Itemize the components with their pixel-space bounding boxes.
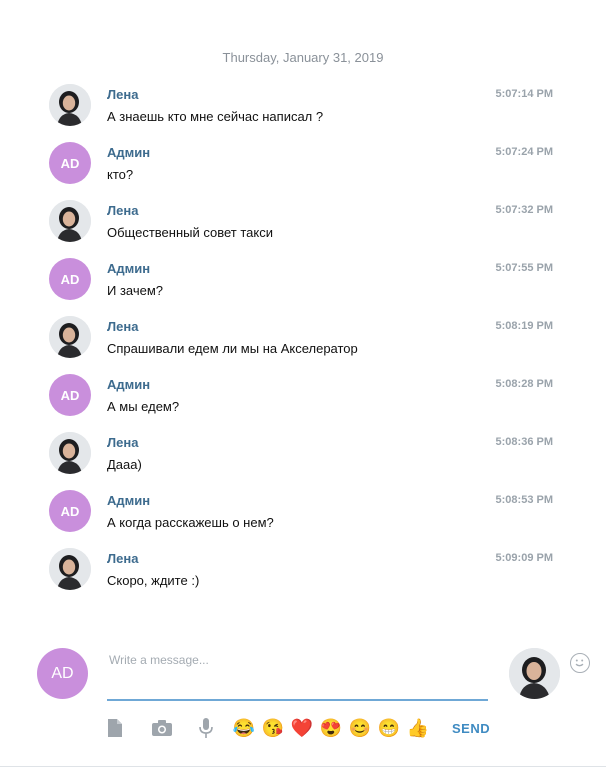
smile-icon[interactable]	[570, 653, 590, 673]
message-author[interactable]: Лена	[107, 203, 138, 218]
message-time: 5:07:32 PM	[495, 204, 553, 216]
composer-toolbar: 😂 😘 ❤️ 😍 😊 😁 👍 SEND	[104, 717, 504, 741]
sender-avatar[interactable]: AD	[49, 374, 91, 416]
message-author[interactable]: Админ	[107, 493, 150, 508]
sender-avatar[interactable]	[49, 200, 91, 242]
microphone-icon[interactable]	[196, 717, 216, 739]
message-time: 5:07:24 PM	[495, 146, 553, 158]
message-author[interactable]: Лена	[107, 87, 138, 102]
message-row: AD Админ 5:07:24 PM кто?	[0, 142, 606, 200]
sender-avatar[interactable]: AD	[49, 142, 91, 184]
message-row: Лена 5:07:32 PM Общественный совет такси	[0, 200, 606, 258]
date-separator: Thursday, January 31, 2019	[222, 50, 384, 65]
message-row: AD Админ 5:08:28 PM А мы едем?	[0, 374, 606, 432]
message-input-wrap	[107, 647, 590, 701]
message-row: AD Админ 5:07:55 PM И зачем?	[0, 258, 606, 316]
emoji-heart-button[interactable]: ❤️	[290, 717, 314, 739]
emoji-grin-button[interactable]: 😁	[377, 717, 401, 739]
message-text: А когда расскажешь о нем?	[107, 515, 274, 530]
message-author[interactable]: Админ	[107, 377, 150, 392]
message-time: 5:07:14 PM	[495, 88, 553, 100]
message-text: Спрашивали едем ли мы на Акселератор	[107, 341, 358, 356]
message-row: Лена 5:08:36 PM Дааа)	[0, 432, 606, 490]
message-row: Лена 5:09:09 PM Скоро, ждите :)	[0, 548, 606, 606]
my-avatar[interactable]: AD	[37, 648, 88, 699]
message-text: Скоро, ждите :)	[107, 573, 200, 588]
message-time: 5:09:09 PM	[495, 552, 553, 564]
sender-avatar[interactable]: AD	[49, 490, 91, 532]
message-row: AD Админ 5:08:53 PM А когда расскажешь о…	[0, 490, 606, 548]
emoji-kiss-button[interactable]: 😘	[261, 717, 285, 739]
message-text: Дааа)	[107, 457, 142, 472]
peer-avatar[interactable]	[509, 648, 560, 699]
message-text: А знаешь кто мне сейчас написал ?	[107, 109, 324, 124]
message-time: 5:08:19 PM	[495, 320, 553, 332]
message-text: А мы едем?	[107, 399, 180, 414]
message-author[interactable]: Лена	[107, 319, 138, 334]
message-text: И зачем?	[107, 283, 164, 298]
message-time: 5:08:28 PM	[495, 378, 553, 390]
message-author[interactable]: Лена	[107, 435, 138, 450]
camera-icon[interactable]	[150, 717, 174, 739]
message-time: 5:07:55 PM	[495, 262, 553, 274]
sender-avatar[interactable]	[49, 548, 91, 590]
document-icon[interactable]	[104, 717, 126, 739]
message-list: Лена 5:07:14 PM А знаешь кто мне сейчас …	[0, 84, 606, 606]
sender-avatar[interactable]	[49, 84, 91, 126]
emoji-heart-eyes-button[interactable]: 😍	[319, 717, 343, 739]
send-button[interactable]: SEND	[452, 721, 490, 736]
message-author[interactable]: Лена	[107, 551, 138, 566]
message-text: Общественный совет такси	[107, 225, 273, 240]
emoji-thumbs-up-button[interactable]: 👍	[406, 717, 430, 739]
message-time: 5:08:36 PM	[495, 436, 553, 448]
message-row: Лена 5:07:14 PM А знаешь кто мне сейчас …	[0, 84, 606, 142]
emoji-tears-of-joy-button[interactable]: 😂	[232, 717, 256, 739]
message-text: кто?	[107, 167, 134, 182]
sender-avatar[interactable]	[49, 432, 91, 474]
message-time: 5:08:53 PM	[495, 494, 553, 506]
message-author[interactable]: Админ	[107, 261, 150, 276]
composer: AD 😂 😘 ❤️ 😍 😊	[0, 645, 606, 767]
message-input[interactable]	[107, 647, 451, 673]
message-author[interactable]: Админ	[107, 145, 150, 160]
sender-avatar[interactable]: AD	[49, 258, 91, 300]
sender-avatar[interactable]	[49, 316, 91, 358]
emoji-smile-button[interactable]: 😊	[348, 717, 372, 739]
message-row: Лена 5:08:19 PM Спрашивали едем ли мы на…	[0, 316, 606, 374]
